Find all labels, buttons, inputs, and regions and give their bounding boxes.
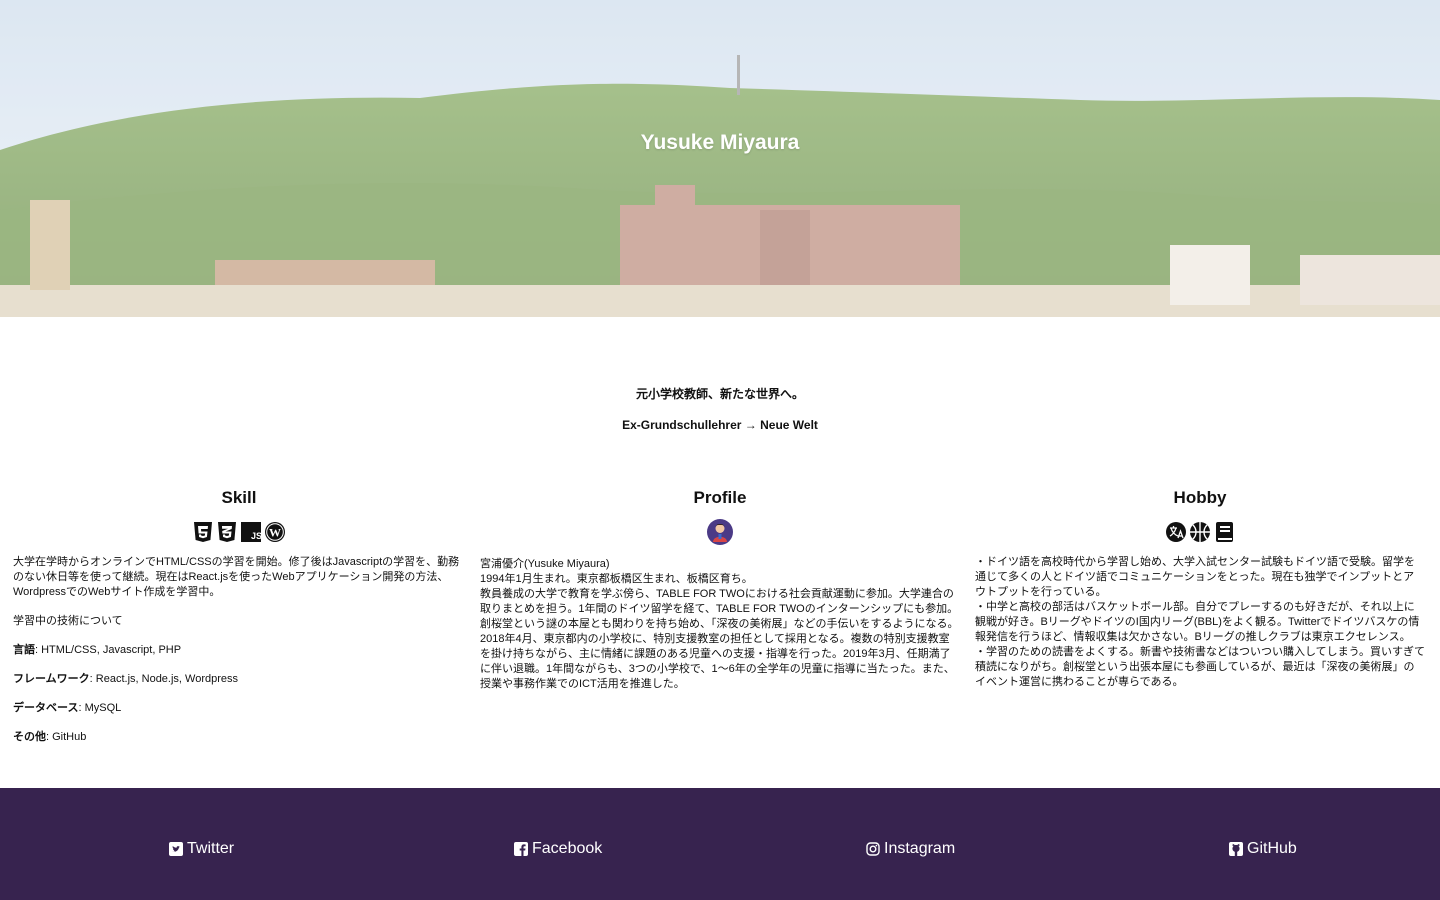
facebook-icon: [514, 842, 528, 856]
twitter-label: Twitter: [187, 840, 235, 857]
profile-line: 宮浦優介(Yusuke Miyaura): [480, 558, 610, 570]
basketball-icon: [1190, 522, 1210, 542]
book-icon: [1216, 522, 1233, 542]
svg-text:JS: JS: [251, 531, 262, 541]
instagram-icon: [866, 842, 880, 856]
skill-item-database: データベース: MySQL: [13, 702, 122, 714]
hobby-body: ・ドイツ語を高校時代から学習し始め、大学入試センター試験もドイツ語で受験。留学を…: [975, 555, 1425, 690]
hobby-item: ・ドイツ語を高校時代から学習し始め、大学入試センター試験もドイツ語で受験。留学を…: [975, 556, 1415, 598]
wordpress-icon: W: [265, 522, 285, 542]
hobby-icons: [975, 519, 1425, 545]
twitter-icon: [169, 842, 183, 856]
twitter-link[interactable]: Twitter: [169, 840, 234, 858]
github-link[interactable]: GitHub: [1229, 840, 1297, 858]
hobby-section: Hobby ・ドイツ語を高校時代から学習し始め、大学入試センター試験もドイツ語で…: [975, 488, 1425, 690]
facebook-label: Facebook: [532, 840, 603, 857]
hobby-item: ・学習のための読書をよくする。新書や技術書などはついつい購入してしまう。買いすぎ…: [975, 646, 1426, 688]
html5-icon: [194, 522, 212, 542]
profile-avatar-row: [480, 519, 960, 545]
skill-section: Skill JS W 大学在学時からオンラインでHTML/CSSの学習を開始。修…: [13, 488, 465, 745]
instagram-link[interactable]: Instagram: [866, 840, 955, 858]
svg-text:W: W: [269, 526, 281, 540]
css3-icon: [218, 522, 236, 542]
profile-line: 教員養成の大学で教育を学ぶ傍ら、TABLE FOR TWOにおける社会貢献運動に…: [480, 588, 959, 630]
profile-body: 宮浦優介(Yusuke Miyaura) 1994年1月生まれ。東京都板橋区生ま…: [480, 557, 960, 692]
skill-icons: JS W: [13, 519, 465, 545]
site-title: Yusuke Miyaura: [640, 131, 800, 154]
skill-learning-heading: 学習中の技術について: [13, 615, 123, 627]
skill-item-framework: フレームワーク: React.js, Node.js, Wordpress: [13, 673, 239, 685]
skill-intro: 大学在学時からオンラインでHTML/CSSの学習を開始。修了後はJavascri…: [13, 556, 460, 598]
skill-item-language: 言語: HTML/CSS, Javascript, PHP: [13, 644, 182, 656]
github-icon: [1229, 842, 1243, 856]
profile-line: 1994年1月生まれ。東京都板橋区生まれ、板橋区育ち。: [480, 573, 753, 585]
javascript-icon: JS: [241, 522, 262, 542]
hobby-item: ・中学と高校の部活はバスケットボール部。自分でプレーするのも好きだが、それ以上に…: [975, 601, 1420, 643]
github-label: GitHub: [1247, 840, 1297, 857]
hero-banner: Yusuke Miyaura: [0, 0, 1440, 317]
skill-title: Skill: [221, 488, 257, 507]
tagline-german: Ex-Grundschullehrer → Neue Welt: [622, 418, 818, 432]
language-icon: [1166, 522, 1186, 542]
profile-section: Profile 宮浦優介(Yusuke Miyaura) 1994年1月生まれ。…: [480, 488, 960, 692]
avatar-icon: [707, 519, 733, 545]
skill-item-other: その他: GitHub: [13, 731, 87, 743]
instagram-label: Instagram: [884, 840, 956, 857]
tagline-japanese: 元小学校教師、新たな世界へ。: [635, 387, 804, 401]
footer: Twitter Facebook Instagram GitHub: [0, 788, 1440, 900]
profile-line: 2018年4月、東京都内の小学校に、特別支援教室の担任として採用となる。複数の特…: [480, 633, 955, 690]
facebook-link[interactable]: Facebook: [514, 840, 602, 858]
profile-title: Profile: [693, 488, 747, 507]
hobby-title: Hobby: [1173, 488, 1227, 507]
skill-body: 大学在学時からオンラインでHTML/CSSの学習を開始。修了後はJavascri…: [13, 555, 465, 745]
